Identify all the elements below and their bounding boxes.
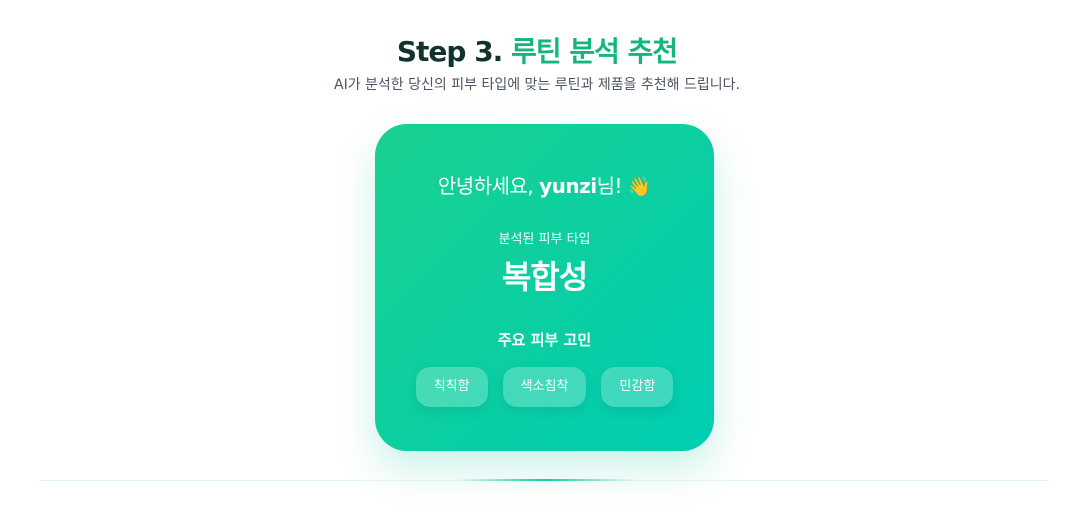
page-title: Step 3. 루틴 분석 추천 [0,30,1074,70]
waving-hand-icon: 👋 [627,176,652,198]
divider-accent [455,479,635,481]
page-subtitle: AI가 분석한 당신의 피부 타입에 맞는 루틴과 제품을 추천해 드립니다. [334,77,740,93]
concern-chip-pigmentation: 색소침착 [502,367,587,407]
page: Step 3. 루틴 분석 추천 AI가 분석한 당신의 피부 타입에 맞는 루… [0,0,1074,527]
user-name: yunzi [539,174,597,198]
skin-analysis-card: 안녕하세요, yunzi님! 👋 분석된 피부 타입 복합성 주요 피부 고민 … [375,124,714,451]
skin-type-label: 분석된 피부 타입 [498,232,591,247]
concern-chip-dullness: 칙칙함 [415,367,488,407]
step-number: Step 3. [396,35,503,68]
skin-type-value: 복합성 [501,258,588,296]
step-title: 루틴 분석 추천 [511,35,678,68]
greeting-prefix: 안녕하세요, [437,174,540,198]
greeting: 안녕하세요, yunzi님! 👋 [375,170,714,199]
concerns-label: 주요 피부 고민 [497,331,592,349]
concern-chip-sensitivity: 민감함 [601,367,674,407]
greeting-suffix: 님! [596,174,628,198]
concern-chips: 칙칙함 색소침착 민감함 [375,367,714,407]
